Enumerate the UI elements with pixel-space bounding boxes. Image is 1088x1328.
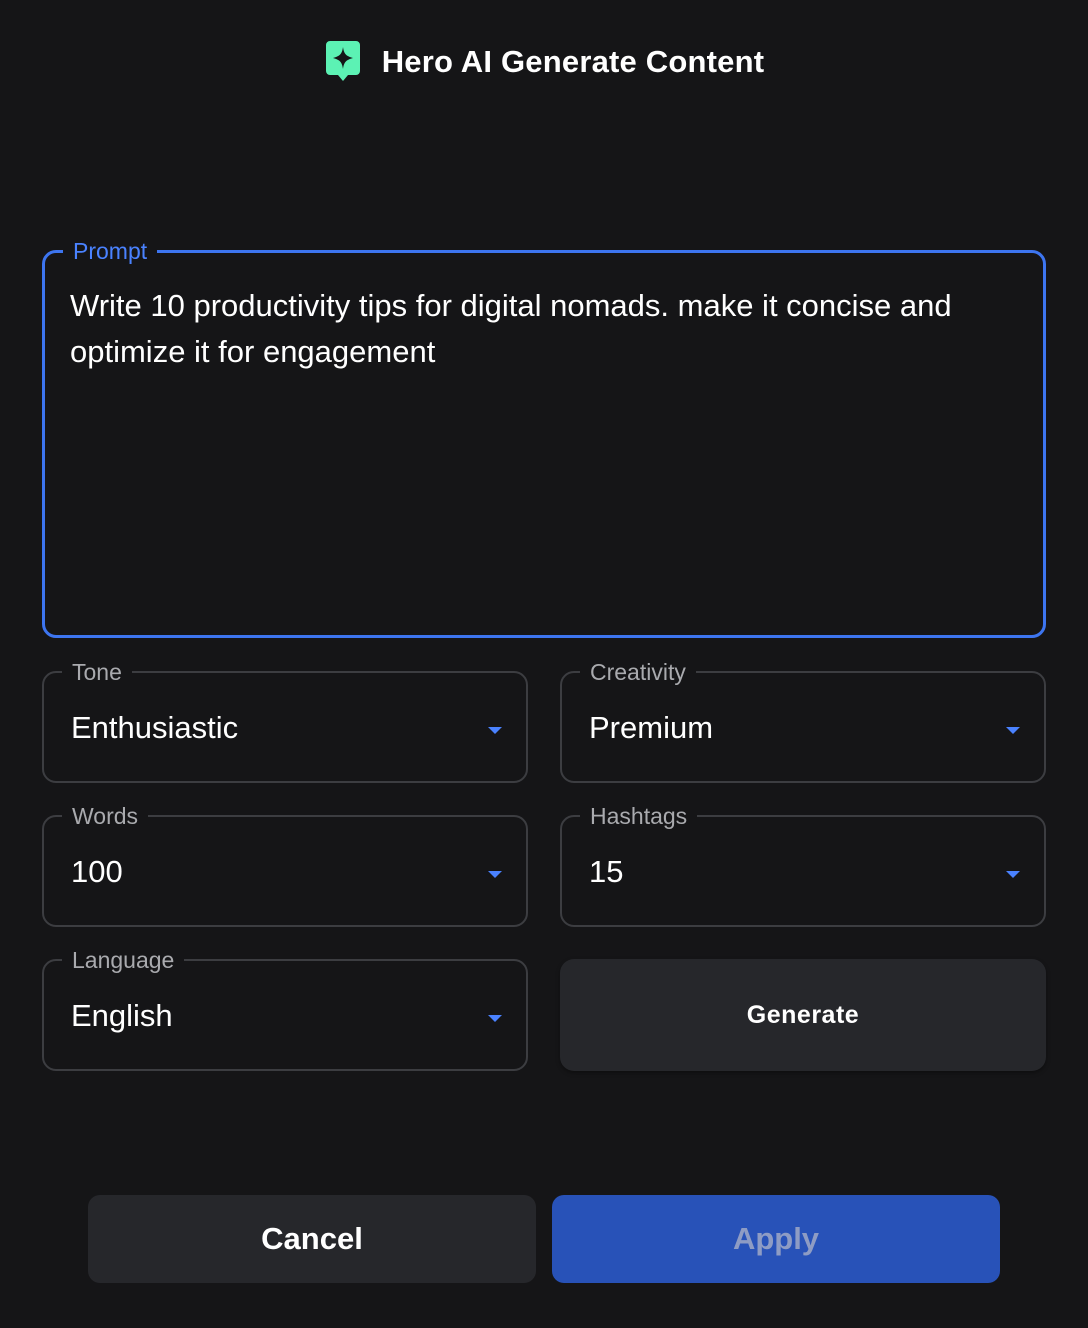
generate-button[interactable]: Generate	[560, 959, 1046, 1071]
tone-select[interactable]: Tone Enthusiastic	[42, 657, 528, 783]
hashtags-select[interactable]: Hashtags 15	[560, 801, 1046, 927]
prompt-textarea[interactable]: Write 10 productivity tips for digital n…	[70, 283, 1000, 603]
words-value: 100	[71, 854, 123, 889]
hashtags-value: 15	[589, 854, 624, 889]
language-label: Language	[62, 945, 185, 975]
creativity-label: Creativity	[580, 657, 696, 687]
chevron-down-icon[interactable]	[488, 727, 502, 734]
tone-label: Tone	[62, 657, 132, 687]
words-label: Words	[62, 801, 149, 831]
language-select[interactable]: Language English	[42, 945, 528, 1071]
language-value: English	[71, 998, 173, 1033]
cancel-button[interactable]: Cancel	[88, 1195, 536, 1283]
tone-value: Enthusiastic	[71, 710, 239, 745]
dialog-title: Hero AI Generate Content	[381, 44, 765, 79]
prompt-field[interactable]: Prompt Write 10 productivity tips for di…	[42, 236, 1046, 638]
sparkle-chat-icon	[324, 39, 362, 85]
hashtags-label: Hashtags	[580, 801, 698, 831]
prompt-label: Prompt	[63, 236, 158, 266]
words-select[interactable]: Words 100	[42, 801, 528, 927]
creativity-select[interactable]: Creativity Premium	[560, 657, 1046, 783]
dialog-header: Hero AI Generate Content	[0, 38, 1088, 86]
chevron-down-icon[interactable]	[488, 1015, 502, 1022]
chevron-down-icon[interactable]	[1006, 871, 1020, 878]
chevron-down-icon[interactable]	[488, 871, 502, 878]
chevron-down-icon[interactable]	[1006, 727, 1020, 734]
creativity-value: Premium	[589, 710, 714, 745]
apply-button[interactable]: Apply	[552, 1195, 1000, 1283]
